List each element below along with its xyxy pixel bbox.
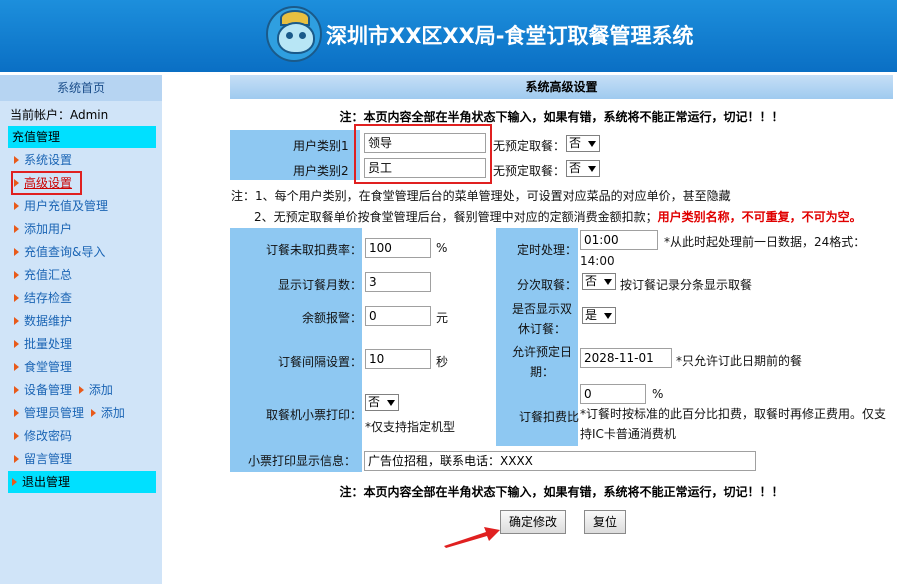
sidebar: 系统首页 当前帐户：Admin 充值管理 系统设置 高级设置 用户充值及管理 添… <box>0 75 162 584</box>
chevron-down-icon <box>588 141 596 147</box>
kiosk-print-hint: *仅支持指定机型 <box>365 420 456 434</box>
no-pickup-rate-label: 订餐未取扣费率： <box>266 243 363 257</box>
allow-date-label: 允许预定日期： <box>511 345 572 379</box>
triangle-right-icon <box>14 317 19 325</box>
sidebar-item-change-password[interactable]: 修改密码 <box>14 426 72 446</box>
balance-alert-input[interactable]: 0 <box>365 306 431 326</box>
no-reserve-label-1: 无预定取餐： <box>493 139 566 153</box>
chevron-down-icon <box>588 166 596 172</box>
triangle-right-icon <box>14 340 19 348</box>
sidebar-item-messages[interactable]: 留言管理 <box>14 449 72 469</box>
section-title: 系统高级设置 <box>230 75 893 99</box>
sidebar-item-admins[interactable]: 管理员管理 添加 <box>14 403 125 423</box>
sidebar-item-logout[interactable]: 退出管理 <box>8 471 156 493</box>
sidebar-item-canteen[interactable]: 食堂管理 <box>14 357 72 377</box>
order-interval-unit: 秒 <box>436 355 449 369</box>
triangle-right-icon <box>14 455 19 463</box>
no-reserve-select-2[interactable]: 否 <box>566 160 600 177</box>
timer-input[interactable]: 01:00 <box>580 230 658 250</box>
triangle-right-icon <box>78 386 84 394</box>
confirm-button[interactable]: 确定修改 <box>500 510 566 534</box>
triangle-right-icon <box>90 409 96 417</box>
chevron-down-icon <box>604 279 612 285</box>
current-account: 当前帐户：Admin <box>10 108 109 122</box>
sidebar-group-recharge[interactable]: 充值管理 <box>8 126 156 148</box>
add-admin-link[interactable]: 添加 <box>101 406 125 420</box>
sidebar-item-recharge-query[interactable]: 充值查询&导入 <box>14 242 105 262</box>
allow-date-hint: *只允许订此日期前的餐 <box>676 354 803 368</box>
sidebar-item-recharge-summary[interactable]: 充值汇总 <box>14 265 72 285</box>
app-header: 深圳市XX区XX局-食堂订取餐管理系统 <box>0 0 897 72</box>
red-arrow-icon <box>444 527 500 548</box>
kiosk-print-label: 取餐机小票打印： <box>266 408 363 422</box>
split-pickup-hint: 按订餐记录分条显示取餐 <box>620 278 753 292</box>
timer-label: 定时处理： <box>517 243 578 257</box>
ticket-info-label: 小票打印显示信息： <box>230 450 362 472</box>
order-deduct-input[interactable]: 0 <box>580 384 646 404</box>
order-interval-label: 订餐间隔设置： <box>278 355 363 369</box>
sidebar-item-batch[interactable]: 批量处理 <box>14 334 72 354</box>
no-reserve-select-1[interactable]: 否 <box>566 135 600 152</box>
triangle-right-icon <box>14 294 19 302</box>
triangle-right-icon <box>14 202 19 210</box>
kiosk-print-select[interactable]: 否 <box>365 394 399 411</box>
allow-date-input[interactable]: 2028-11-01 <box>580 348 672 368</box>
order-interval-input[interactable]: 10 <box>365 349 431 369</box>
add-device-link[interactable]: 添加 <box>89 383 113 397</box>
no-pickup-rate-input[interactable]: 100 <box>365 238 431 258</box>
split-pickup-select[interactable]: 否 <box>582 273 616 290</box>
triangle-right-icon <box>14 386 19 394</box>
triangle-right-icon <box>14 225 19 233</box>
triangle-right-icon <box>14 363 19 371</box>
ticket-info-input[interactable]: 广告位招租，联系电话：XXXX <box>364 451 756 471</box>
sidebar-item-user-recharge[interactable]: 用户充值及管理 <box>14 196 108 216</box>
note-2: 2、无预定取餐单价按食堂管理后台，餐别管理中对应的定额消费金额扣款；用户类别名称… <box>254 210 862 224</box>
sidebar-home-link[interactable]: 系统首页 <box>0 75 162 101</box>
triangle-right-icon <box>14 156 19 164</box>
triangle-right-icon <box>14 409 19 417</box>
show-weekend-select[interactable]: 是 <box>582 307 616 324</box>
sidebar-item-add-user[interactable]: 添加用户 <box>14 219 72 239</box>
no-reserve-label-2: 无预定取餐： <box>493 164 566 178</box>
notice-top: 注：本页内容全部在半角状态下输入，如果有错，系统将不能正常运行，切记！！！ <box>339 110 784 124</box>
notice-bottom: 注：本页内容全部在半角状态下输入，如果有错，系统将不能正常运行，切记！！！ <box>339 485 784 499</box>
order-deduct-unit: % <box>652 387 664 401</box>
sidebar-item-balance-check[interactable]: 结存检查 <box>14 288 72 308</box>
user-type1-label: 用户类别1 <box>293 139 349 153</box>
highlight-box <box>354 124 492 184</box>
chevron-down-icon <box>604 313 612 319</box>
sidebar-item-data-maintenance[interactable]: 数据维护 <box>14 311 72 331</box>
order-deduct-hint: *订餐时按标准的此百分比扣费，取餐时再修正费用。仅支持IC卡普通消费机 <box>580 407 887 441</box>
timer-hint-1: *从此时起处理前一日数据，24格式： <box>664 235 866 249</box>
balance-alert-unit: 元 <box>436 311 449 325</box>
sidebar-item-system-settings[interactable]: 系统设置 <box>14 150 72 170</box>
app-title: 深圳市XX区XX局-食堂订取餐管理系统 <box>326 24 694 48</box>
order-deduct-label: 订餐扣费比 <box>519 410 580 424</box>
show-months-label: 显示订餐月数： <box>278 278 363 292</box>
show-weekend-label: 是否显示双休订餐： <box>511 302 572 336</box>
note-1: 注：1、每个用户类别，在食堂管理后台的菜单管理处，可设置对应菜品的对应单价，甚至… <box>231 189 731 203</box>
triangle-right-icon <box>14 248 19 256</box>
split-pickup-label: 分次取餐： <box>517 278 578 292</box>
timer-hint-2: 14:00 <box>580 254 615 268</box>
sidebar-item-devices[interactable]: 设备管理 添加 <box>14 380 113 400</box>
no-pickup-rate-unit: % <box>436 241 448 255</box>
triangle-right-icon <box>14 432 19 440</box>
user-type2-label: 用户类别2 <box>293 164 349 178</box>
logo-icon <box>266 6 322 62</box>
show-months-input[interactable]: 3 <box>365 272 431 292</box>
chevron-down-icon <box>387 400 395 406</box>
reset-button[interactable]: 复位 <box>584 510 626 534</box>
highlight-box <box>11 171 82 195</box>
triangle-right-icon <box>12 478 17 486</box>
triangle-right-icon <box>14 271 19 279</box>
balance-alert-label: 余额报警： <box>302 311 363 325</box>
